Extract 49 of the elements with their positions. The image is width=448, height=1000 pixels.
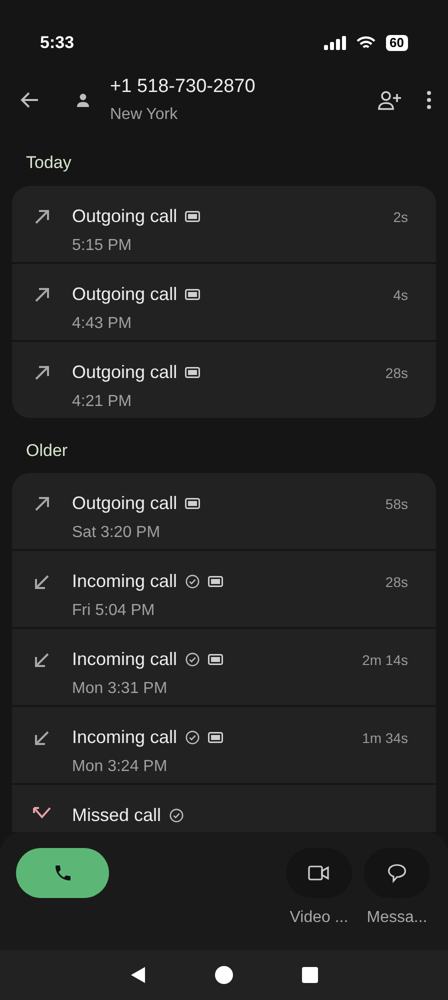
location-label: New York xyxy=(110,105,179,126)
call-time: Fri 5:04 PM xyxy=(72,601,156,621)
phone-icon xyxy=(52,863,72,883)
add-contact-icon[interactable] xyxy=(378,90,402,110)
nav-recents-icon[interactable] xyxy=(302,967,318,983)
call-duration: 58s xyxy=(385,495,408,514)
call-entry[interactable]: Outgoing call 4:43 PM 4s xyxy=(12,264,436,340)
call-entry[interactable]: Incoming call Mon 3:31 PM 2m 14s xyxy=(12,629,436,705)
call-button[interactable] xyxy=(16,848,109,898)
call-duration: 2s xyxy=(393,208,408,226)
call-entry[interactable]: Outgoing call 4:21 PM 28s xyxy=(12,342,436,418)
status-time: 5:33 xyxy=(40,32,74,54)
call-type: Incoming call xyxy=(72,726,178,749)
battery-indicator: 60 xyxy=(386,35,408,51)
call-type: Outgoing call xyxy=(72,282,178,306)
nav-home-icon[interactable] xyxy=(214,966,233,984)
more-options-icon[interactable] xyxy=(426,90,432,110)
call-time: 4:43 PM xyxy=(72,314,133,334)
call-duration: 2m 14s xyxy=(362,651,408,670)
call-time: 5:15 PM xyxy=(72,236,133,256)
call-duration: 4s xyxy=(393,286,408,304)
call-type: Outgoing call xyxy=(72,204,178,228)
person-icon xyxy=(76,93,90,107)
call-time: Sat 3:20 PM xyxy=(72,523,162,543)
call-duration: 1m 34s xyxy=(362,729,408,748)
section-heading: Older xyxy=(25,440,69,462)
call-type: Outgoing call xyxy=(72,492,178,515)
call-type: Incoming call xyxy=(72,648,178,671)
nav-back-icon[interactable] xyxy=(130,966,146,984)
call-type: Missed call xyxy=(72,804,162,827)
wifi-icon xyxy=(356,36,376,50)
call-duration: 28s xyxy=(385,573,408,592)
call-entry[interactable]: Outgoing call 5:15 PM 2s xyxy=(12,186,436,262)
section-heading: Today xyxy=(25,152,72,174)
call-entry[interactable]: Incoming call Fri 5:04 PM 28s xyxy=(12,551,436,627)
call-time: 4:21 PM xyxy=(72,392,133,412)
call-duration: 28s xyxy=(385,364,408,382)
call-time: Mon 3:24 PM xyxy=(72,757,168,777)
message-bubble-icon xyxy=(387,863,407,883)
phone-number: +1 518-730-2870 xyxy=(110,74,256,99)
missed-call-icon xyxy=(32,806,52,820)
call-entry[interactable]: Incoming call Mon 3:24 PM 1m 34s xyxy=(12,707,436,783)
back-arrow-icon[interactable] xyxy=(20,90,40,110)
call-entry[interactable]: Missed call xyxy=(12,785,436,832)
call-type: Incoming call xyxy=(72,570,178,593)
call-time: Mon 3:31 PM xyxy=(72,679,168,699)
video-camera-icon xyxy=(308,865,330,881)
call-entry[interactable]: Outgoing call Sat 3:20 PM 58s xyxy=(12,473,436,549)
call-type: Outgoing call xyxy=(72,360,178,384)
